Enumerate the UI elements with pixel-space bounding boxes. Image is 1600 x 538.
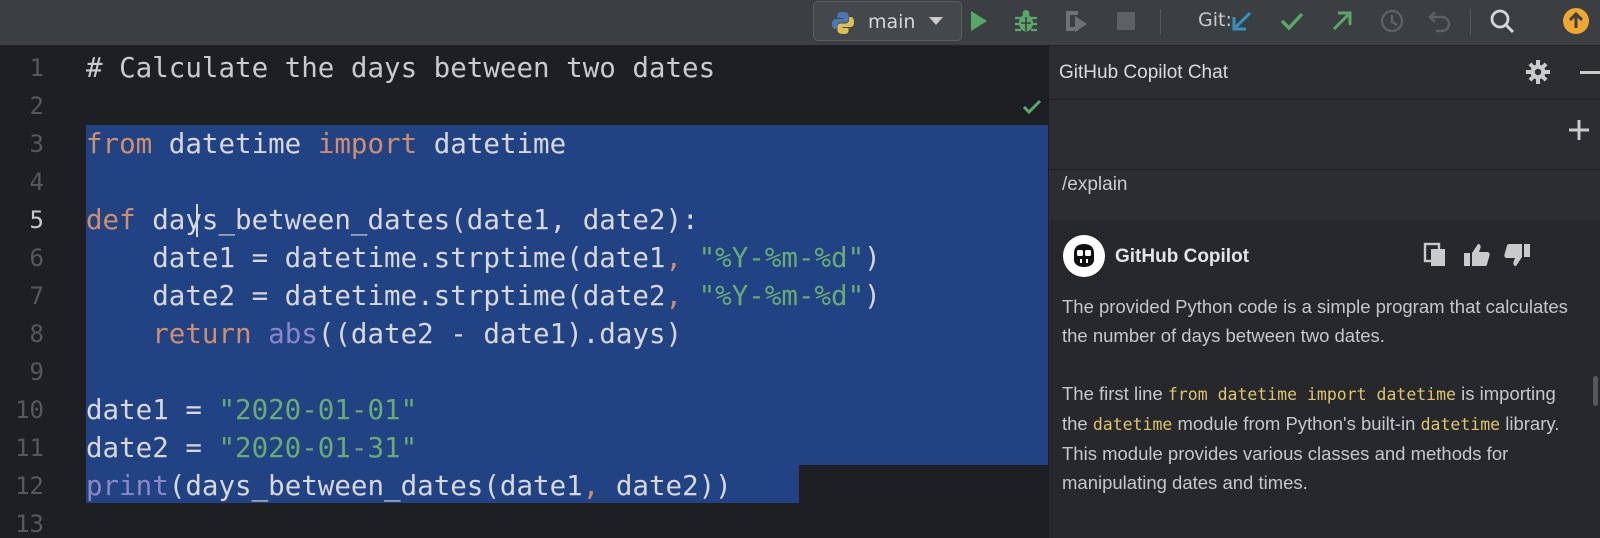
responder-name: GitHub Copilot <box>1115 246 1250 267</box>
code-token: (days_between_dates(date1 <box>168 470 583 502</box>
gear-icon[interactable] <box>1525 59 1551 90</box>
inline-code: datetime <box>1420 415 1501 434</box>
user-prompt-text: /explain <box>1062 174 1128 195</box>
inline-code: from datetime import datetime <box>1167 385 1456 404</box>
response-paragraph: The provided Python code is a simple pro… <box>1062 296 1568 346</box>
minimize-icon[interactable] <box>1580 71 1600 74</box>
thumbs-down-icon[interactable] <box>1503 242 1531 273</box>
code-line: date2 = datetime.strptime(date2, "%Y-%m-… <box>86 279 881 313</box>
panel-title: GitHub Copilot Chat <box>1059 62 1228 83</box>
code-editor[interactable]: 1 2 3 4 5 6 7 8 9 10 11 12 13 # Calculat… <box>0 46 1048 538</box>
code-token: datetime <box>417 128 567 160</box>
copilot-chat-panel: GitHub Copilot Chat /explain GitHub Copi… <box>1048 46 1600 538</box>
dropdown-caret-icon <box>927 12 945 35</box>
thumbs-up-icon[interactable] <box>1463 242 1491 273</box>
code-token: days_between_dates(date1, date2): <box>135 204 699 236</box>
toolbar-divider <box>1470 9 1471 35</box>
line-number: 6 <box>29 244 44 272</box>
code-line: from datetime import datetime <box>86 127 566 161</box>
text-cursor <box>196 204 198 237</box>
line-number: 2 <box>29 92 44 120</box>
debug-icon[interactable] <box>1012 7 1040 35</box>
code-line: # Calculate the days between two dates <box>86 52 716 84</box>
line-number: 3 <box>29 130 44 158</box>
copilot-avatar-icon <box>1063 235 1105 277</box>
string-token: "2020-01-31" <box>218 432 418 464</box>
code-token: date1 = datetime.strptime(date1 <box>86 242 666 274</box>
copy-icon[interactable] <box>1423 242 1447 273</box>
line-number: 13 <box>15 510 44 538</box>
punctuation-token: , <box>665 280 683 312</box>
line-number-current: 5 <box>29 206 44 234</box>
line-number: 10 <box>15 396 44 424</box>
line-number: 9 <box>29 358 44 386</box>
response-text: module from Python's built-in <box>1172 413 1421 434</box>
search-icon[interactable] <box>1488 7 1516 35</box>
branch-selector[interactable]: main <box>813 1 962 41</box>
code-line: date1 = datetime.strptime(date1, "%Y-%m-… <box>86 241 881 275</box>
toolbar-divider <box>1160 9 1161 35</box>
line-number: 1 <box>29 54 44 82</box>
panel-header: GitHub Copilot Chat <box>1049 46 1600 100</box>
run-icon[interactable] <box>964 7 992 35</box>
string-token: "%Y-%m-%d" <box>682 280 865 312</box>
history-icon[interactable] <box>1378 7 1406 35</box>
git-push-icon[interactable] <box>1328 7 1356 35</box>
user-prompt <box>1049 170 1600 220</box>
no-problems-check-icon[interactable] <box>1022 98 1042 121</box>
builtin-token: print <box>86 470 169 502</box>
inline-code: datetime <box>1092 415 1173 434</box>
punctuation-token: , <box>665 242 683 274</box>
response-paragraph: The first line from datetime import date… <box>1062 379 1582 497</box>
git-commit-icon[interactable] <box>1278 7 1306 35</box>
git-label: Git: <box>1198 9 1232 31</box>
code-token: ) <box>864 242 881 274</box>
code-token: datetime <box>152 128 318 160</box>
line-number: 8 <box>29 320 44 348</box>
string-token: "2020-01-01" <box>218 394 418 426</box>
line-number: 11 <box>15 434 44 462</box>
code-line: date1 = "2020-01-01" <box>86 393 417 427</box>
chat-toolbar <box>1049 100 1600 170</box>
code-token: ) <box>864 280 881 312</box>
code-token: date2)) <box>599 470 732 502</box>
chat-scrollbar[interactable] <box>1593 376 1598 406</box>
code-line: print(days_between_dates(date1, date2)) <box>86 469 732 503</box>
code-token: date2 = <box>86 432 219 464</box>
code-line: date2 = "2020-01-31" <box>86 431 417 465</box>
code-line: return abs((date2 - date1).days) <box>86 317 682 351</box>
git-update-icon[interactable] <box>1228 7 1256 35</box>
punctuation-token: , <box>582 470 600 502</box>
rollback-icon[interactable] <box>1426 7 1454 35</box>
python-icon <box>830 10 856 41</box>
string-token: "%Y-%m-%d" <box>682 242 865 274</box>
line-number: 7 <box>29 282 44 310</box>
keyword-token: return <box>152 318 252 350</box>
builtin-token: abs <box>268 318 318 350</box>
new-chat-plus-icon[interactable] <box>1567 118 1591 147</box>
line-number: 12 <box>15 472 44 500</box>
coverage-icon[interactable] <box>1062 7 1090 35</box>
keyword-token: import <box>317 128 418 160</box>
keyword-token: from <box>86 128 153 160</box>
code-token: ((date2 - date1).days) <box>317 318 683 350</box>
line-number: 4 <box>29 168 44 196</box>
code-line: def days_between_dates(date1, date2): <box>86 203 699 237</box>
keyword-token: def <box>86 204 136 236</box>
code-token: date1 = <box>86 394 219 426</box>
response-text: The first line <box>1062 383 1168 404</box>
stop-icon[interactable] <box>1112 7 1140 35</box>
line-number-gutter: 1 2 3 4 5 6 7 8 9 10 11 12 13 <box>0 46 66 538</box>
update-available-icon[interactable] <box>1562 7 1590 35</box>
main-toolbar: main Git: <box>0 0 1600 46</box>
branch-name: main <box>868 11 916 33</box>
code-token: date2 = datetime.strptime(date2 <box>86 280 666 312</box>
